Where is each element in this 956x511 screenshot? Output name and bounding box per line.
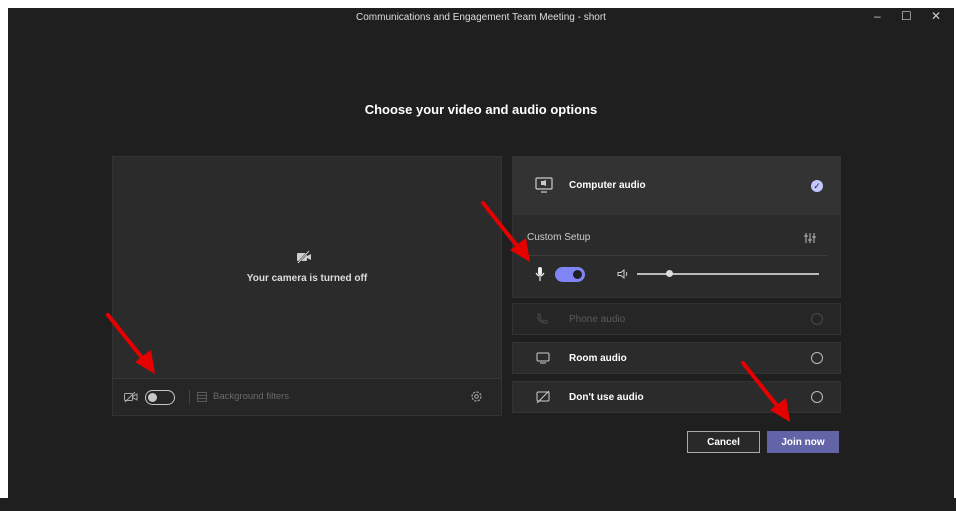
background-filters-icon (197, 392, 207, 402)
phone-audio-option[interactable]: Phone audio (512, 303, 841, 335)
title-bar: Communications and Engagement Team Meeti… (8, 8, 954, 30)
video-preview-panel: Your camera is turned off Background fil… (112, 156, 502, 416)
speaker-icon (617, 269, 628, 279)
divider (527, 255, 827, 256)
selected-check-icon: ✓ (811, 180, 823, 192)
settings-icon[interactable] (470, 390, 483, 403)
equalizer-icon[interactable] (804, 233, 816, 243)
speaker-volume-slider[interactable] (637, 273, 819, 275)
room-audio-label: Room audio (569, 353, 627, 364)
camera-toggle[interactable] (145, 390, 175, 405)
divider (189, 390, 190, 404)
cancel-button[interactable]: Cancel (687, 431, 760, 453)
page-title: Choose your video and audio options (364, 102, 598, 117)
window-title: Communications and Engagement Team Meeti… (356, 12, 606, 23)
microphone-toggle[interactable] (555, 267, 585, 282)
no-audio-radio[interactable] (811, 391, 823, 403)
microphone-icon (535, 267, 545, 281)
computer-audio-label: Computer audio (569, 180, 646, 191)
annotation-arrow-icon (481, 201, 530, 262)
video-preview: Your camera is turned off (113, 157, 501, 377)
annotation-arrow-icon (106, 313, 155, 374)
phone-icon (537, 313, 548, 324)
maximize-button[interactable]: ☐ (901, 9, 912, 23)
close-button[interactable]: ✕ (931, 9, 941, 23)
computer-audio-option[interactable]: Computer audio ✓ (513, 157, 840, 215)
computer-audio-card: Computer audio ✓ Custom Setup (512, 156, 841, 298)
computer-audio-icon (535, 177, 553, 193)
annotation-arrow-icon (741, 361, 790, 422)
phone-audio-label: Phone audio (569, 314, 626, 325)
camera-off-small-icon (124, 391, 138, 403)
taskbar-strip (0, 498, 956, 511)
speaker-volume-thumb[interactable] (666, 270, 674, 277)
background-filters-button[interactable]: Background filters (213, 391, 289, 402)
phone-audio-radio[interactable] (811, 313, 823, 325)
video-controls-bar: Background filters (113, 378, 501, 415)
no-audio-label: Don't use audio (569, 392, 644, 403)
room-icon (536, 352, 550, 364)
minimize-button[interactable]: – (874, 9, 881, 23)
room-audio-radio[interactable] (811, 352, 823, 364)
no-audio-icon (536, 390, 550, 404)
meeting-prejoin-window: Communications and Engagement Team Meeti… (8, 8, 954, 508)
camera-off-icon (297, 250, 311, 264)
camera-off-message: Your camera is turned off (246, 273, 368, 284)
join-now-button[interactable]: Join now (767, 431, 839, 453)
